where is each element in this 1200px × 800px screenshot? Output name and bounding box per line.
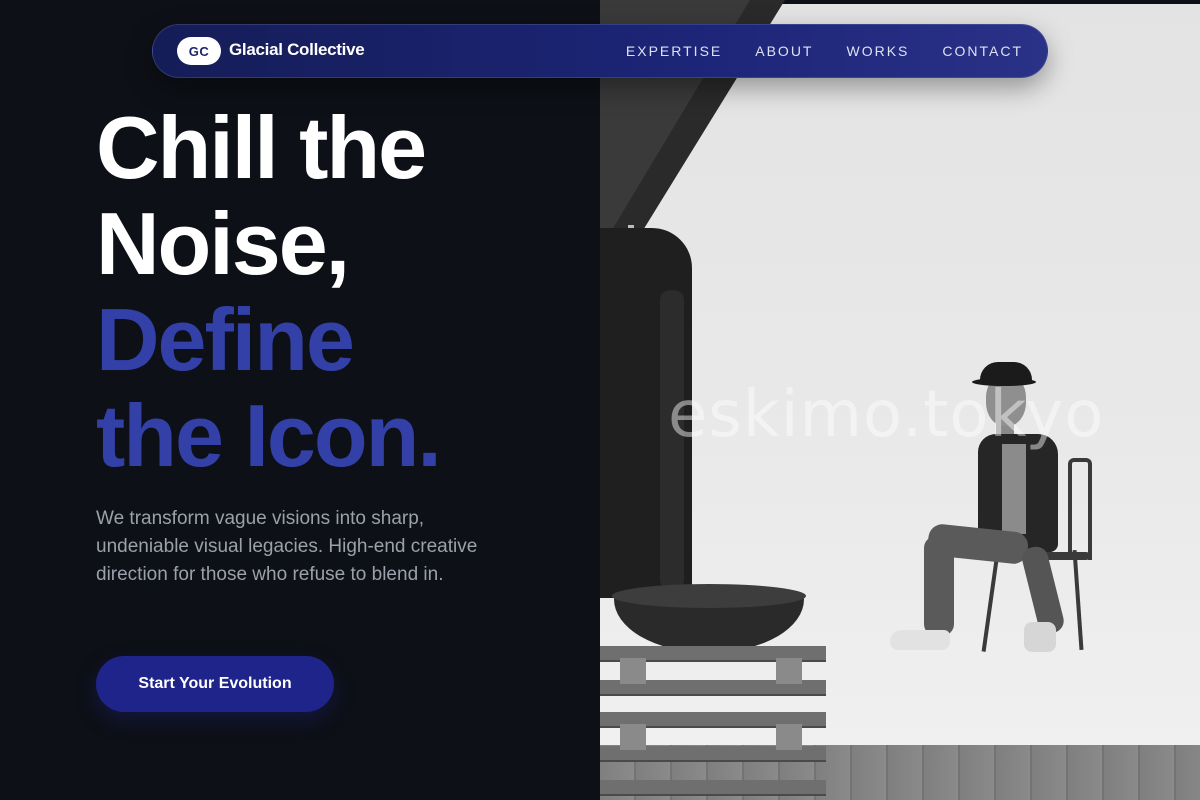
pallet-block [620,724,646,750]
photo-watermark: eskimo.tokyo [668,378,1105,452]
nav-links: EXPERTISE ABOUT WORKS CONTACT [626,25,1023,77]
person-shin [924,536,954,636]
logo-badge[interactable]: GC [177,37,221,65]
top-nav: GC Glacial Collective EXPERTISE ABOUT WO… [152,24,1048,78]
nav-link-about[interactable]: ABOUT [755,43,813,59]
pallet-block [776,658,802,684]
brand-name[interactable]: Glacial Collective [229,40,365,60]
pallet-block [620,658,646,684]
photo-pallet [600,632,826,800]
photo-bowl-rim [612,584,806,608]
start-evolution-button[interactable]: Start Your Evolution [96,656,334,712]
person-shoe [890,630,950,650]
nav-link-expertise[interactable]: EXPERTISE [626,43,722,59]
chair-back [1068,458,1092,560]
person-shirt [1002,444,1026,534]
hero-description: We transform vague visions into sharp, u… [96,508,478,585]
chair-leg [1072,549,1084,651]
hero-photo: eskimo.tokyo [600,0,1200,800]
chair-leg [981,560,999,652]
nav-link-works[interactable]: WORKS [846,43,909,59]
headline-line-2: Noise, [96,194,350,293]
person-shoe [1024,622,1056,652]
pallet-block [776,724,802,750]
pallet-plank [600,780,826,796]
hero-headline: Chill the Noise, Define the Icon. [96,100,576,484]
headline-accent-line-2: the Icon. [96,386,442,485]
headline-accent-line-1: Define [96,290,355,389]
nav-link-contact[interactable]: CONTACT [942,43,1023,59]
headline-line-1: Chill the [96,98,427,197]
